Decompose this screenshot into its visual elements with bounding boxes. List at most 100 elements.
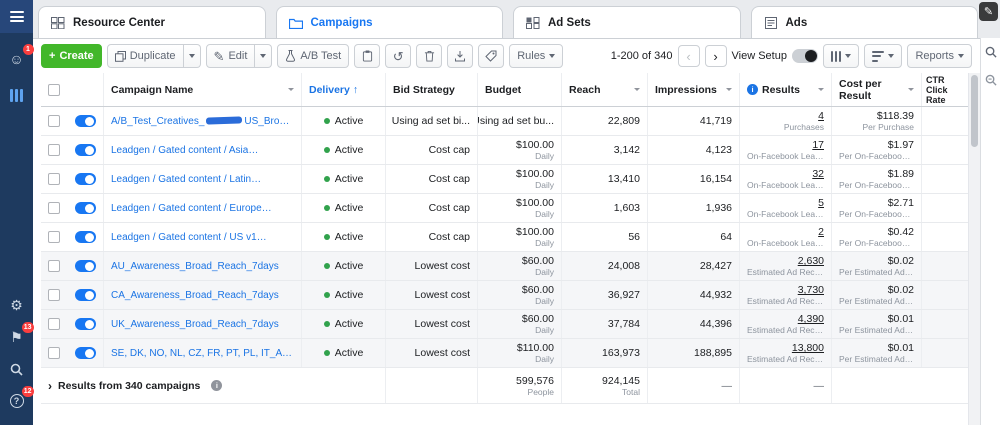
campaign-name-link[interactable]: SE, DK, NO, NL, CZ, FR, PT, PL, IT_Aware… [111,348,294,359]
edit-button[interactable]: ✎ Edit [206,44,256,68]
row-checkbox[interactable] [41,194,67,222]
results-link[interactable]: 4,390 [798,313,824,325]
row-checkbox[interactable] [41,107,67,135]
view-setup-toggle[interactable] [792,49,818,63]
results-link[interactable]: 17 [812,139,824,151]
campaign-name-link[interactable]: CA_Awareness_Broad_Reach_7days [111,290,294,301]
table-row[interactable]: AU_Awareness_Broad_Reach_7days Active Lo… [41,252,980,281]
expand-chevron-icon[interactable]: › [48,379,52,393]
next-page-button[interactable]: › [705,45,727,67]
campaign-toggle[interactable] [67,107,103,135]
table-row[interactable]: Leadgen / Gated content / Asiav1 (AL) Ac… [41,136,980,165]
results-link[interactable]: 4 [818,110,824,122]
column-header-delivery[interactable]: Delivery↑ [301,73,385,106]
sort-caret-icon [726,88,732,91]
campaign-name-link[interactable]: Leadgen / Gated content / Europe2.0 v1 (… [111,203,294,214]
edit-dropdown[interactable] [255,44,272,68]
tag-button[interactable] [478,44,504,68]
results-link[interactable]: 2 [818,226,824,238]
table-row[interactable]: A/B_Test_Creatives_US_Broad_... Active U… [41,107,980,136]
results-link[interactable]: 3,730 [798,284,824,296]
prev-page-button[interactable]: ‹ [678,45,700,67]
campaigns-table-icon[interactable] [7,85,27,105]
tab-ads[interactable]: Ads [751,6,979,38]
results-link[interactable]: 13,800 [792,342,824,354]
footer-ctr-cell [831,368,921,403]
column-header-campaign-name[interactable]: Campaign Name [103,73,301,106]
rules-button[interactable]: Rules [509,44,563,68]
ads-manager-menu-icon[interactable] [0,0,33,33]
column-header-ctr[interactable]: CTR Click Rate [921,73,961,106]
table-row[interactable]: CA_Awareness_Broad_Reach_7days Active Lo… [41,281,980,310]
reports-button[interactable]: Reports [907,44,972,68]
magnifier-icon[interactable] [985,74,997,86]
table-row[interactable]: SE, DK, NO, NL, CZ, FR, PT, PL, IT_Aware… [41,339,980,368]
pin-button[interactable] [354,44,380,68]
delete-button[interactable] [416,44,442,68]
table-row[interactable]: Leadgen / Gated content / Europe2.0 v1 (… [41,194,980,223]
table-row[interactable]: Leadgen / Gated content / US v1 Active C… [41,223,980,252]
campaign-name-link[interactable]: Leadgen / Gated content / US v1 [111,232,294,243]
breakdown-button[interactable] [864,44,902,68]
campaign-toggle[interactable] [67,252,103,280]
column-header-bid-strategy[interactable]: Bid Strategy [385,73,477,106]
delivery-cell: Active [301,165,385,193]
column-header-reach[interactable]: Reach [561,73,647,106]
row-checkbox[interactable] [41,165,67,193]
undo-button[interactable]: ↺ [385,44,411,68]
help-icon[interactable]: ? 12 [7,391,27,411]
account-overview-icon[interactable]: ☺ 1 [7,49,27,69]
campaign-name-link[interactable]: UK_Awareness_Broad_Reach_7days [111,319,294,330]
row-checkbox[interactable] [41,252,67,280]
campaign-toggle[interactable] [67,165,103,193]
gear-icon[interactable]: ⚙ [7,295,27,315]
impressions-cell: 16,154 [647,165,739,193]
campaign-name-cell: UK_Awareness_Broad_Reach_7days [103,310,301,338]
campaign-name-link[interactable]: Leadgen / Gated content / Asiav1 (AL) [111,145,294,156]
campaign-name-link[interactable]: Leadgen / Gated content / Latinv1 (AL) [111,174,294,185]
row-checkbox[interactable] [41,223,67,251]
create-button[interactable]: + Create [41,44,102,68]
row-checkbox[interactable] [41,281,67,309]
tab-resource-center[interactable]: Resource Center [38,6,266,38]
vertical-scrollbar[interactable] [968,73,980,425]
duplicate-button[interactable]: Duplicate [107,44,184,68]
scrollbar-thumb[interactable] [971,75,978,147]
checkbox-icon [48,260,60,272]
duplicate-dropdown[interactable] [184,44,201,68]
column-header-cost-per-result[interactable]: Cost per Result [831,73,921,106]
results-link[interactable]: 5 [818,197,824,209]
zoom-icon[interactable] [985,46,997,58]
campaign-toggle[interactable] [67,310,103,338]
column-header-results[interactable]: iResults [739,73,831,106]
column-header-budget[interactable]: Budget [477,73,561,106]
campaign-name-link[interactable]: AU_Awareness_Broad_Reach_7days [111,261,294,272]
columns-button[interactable] [823,44,860,68]
info-icon[interactable]: i [211,380,222,391]
tab-ad-sets[interactable]: Ad Sets [513,6,741,38]
row-checkbox[interactable] [41,310,67,338]
impressions-cell: 44,932 [647,281,739,309]
edit-pencil-fab[interactable]: ✎ [979,2,998,21]
table-row[interactable]: Leadgen / Gated content / Latinv1 (AL) A… [41,165,980,194]
campaign-toggle[interactable] [67,136,103,164]
row-checkbox[interactable] [41,136,67,164]
row-checkbox[interactable] [41,339,67,367]
announcements-icon[interactable]: ⚑ 13 [7,327,27,347]
info-icon[interactable]: i [747,84,758,95]
results-link[interactable]: 2,630 [798,255,824,267]
tab-campaigns[interactable]: Campaigns [276,6,504,38]
campaign-toggle[interactable] [67,281,103,309]
campaign-toggle[interactable] [67,339,103,367]
select-all-checkbox[interactable] [41,73,67,106]
table-row[interactable]: UK_Awareness_Broad_Reach_7days Active Lo… [41,310,980,339]
footer-summary[interactable]: › Results from 340 campaigns i [41,368,385,403]
campaign-name-link[interactable]: A/B_Test_Creatives_US_Broad_... [111,116,294,127]
campaign-toggle[interactable] [67,194,103,222]
export-button[interactable] [447,44,473,68]
campaign-toggle[interactable] [67,223,103,251]
column-header-impressions[interactable]: Impressions [647,73,739,106]
results-link[interactable]: 32 [812,168,824,180]
search-icon[interactable] [7,359,27,379]
ab-test-button[interactable]: A/B Test [277,44,349,68]
